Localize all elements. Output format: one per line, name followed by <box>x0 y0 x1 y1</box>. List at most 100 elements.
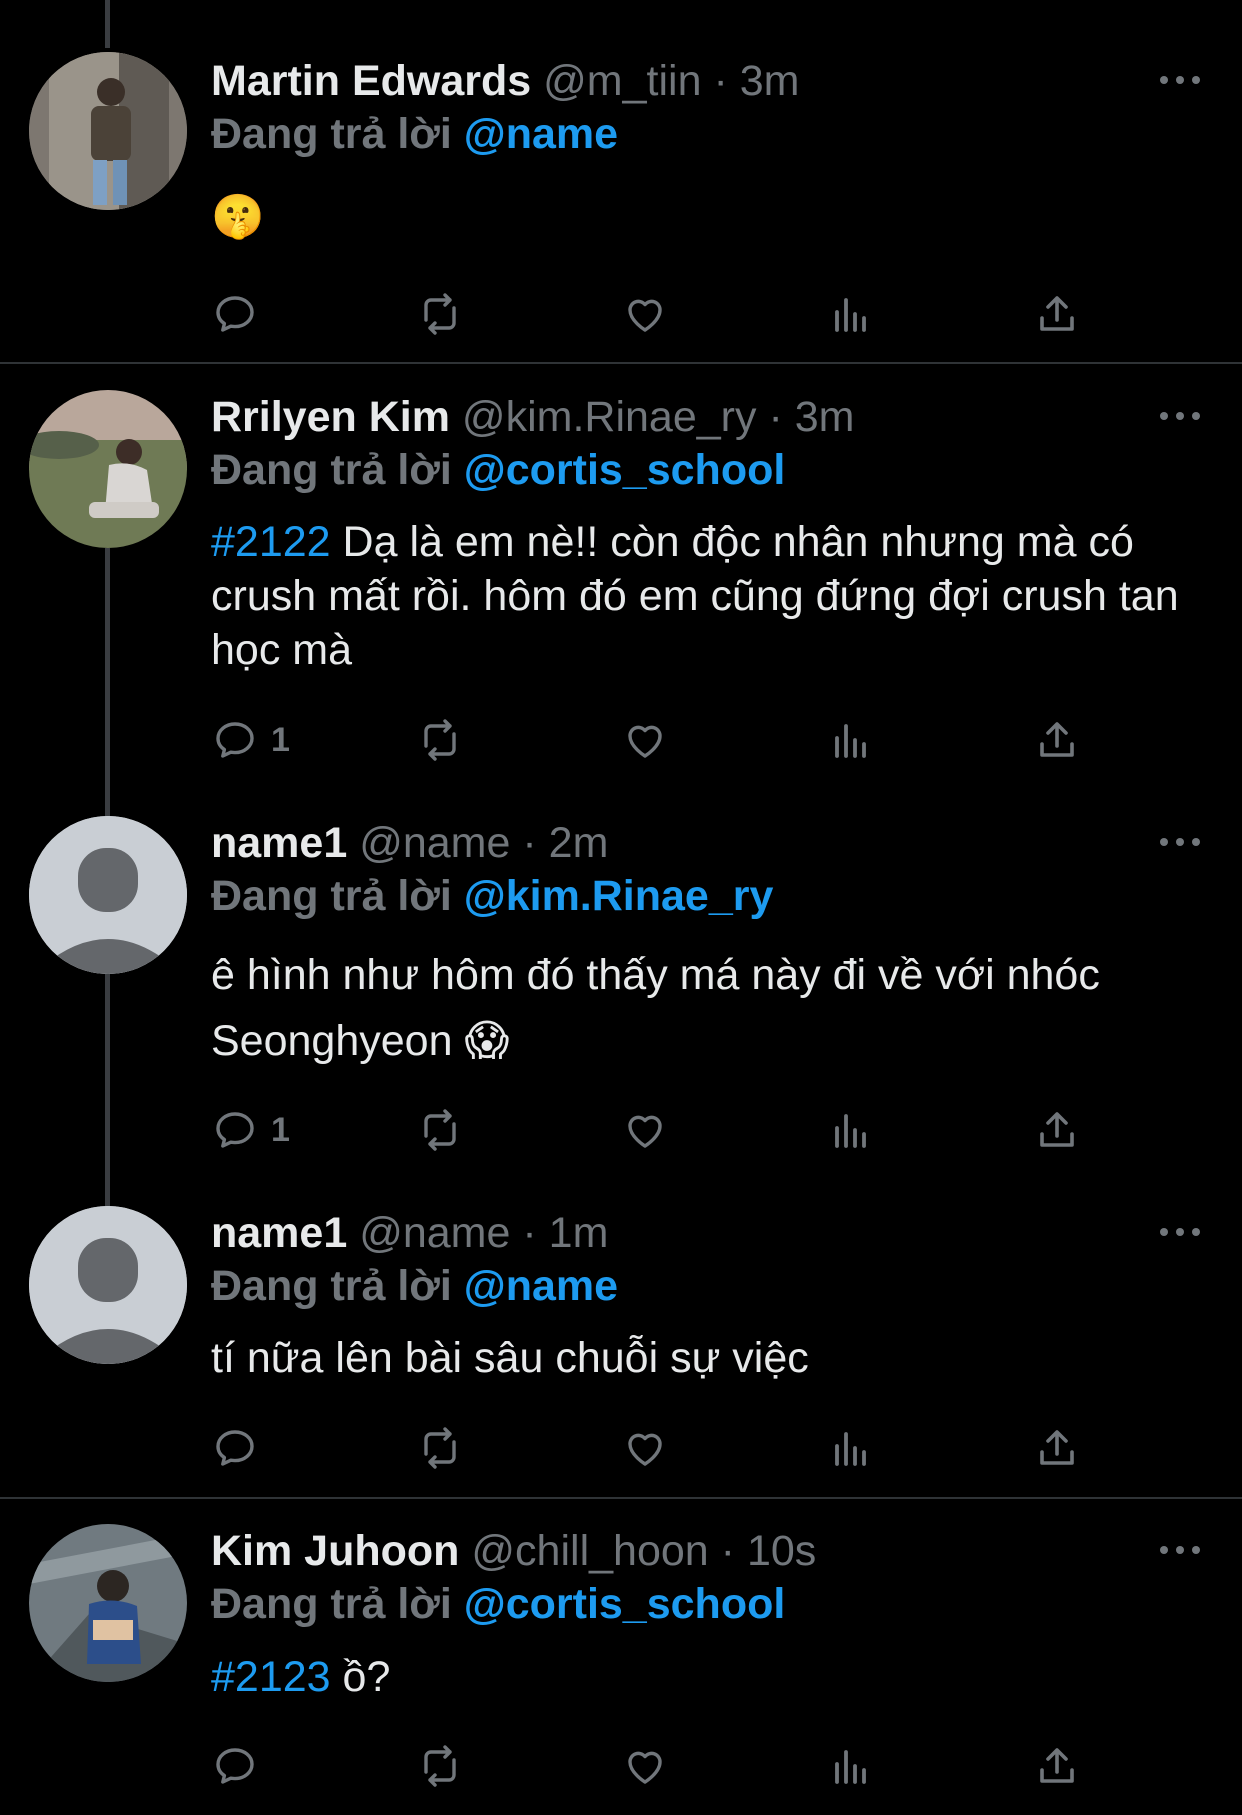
share-icon <box>1040 1748 1074 1783</box>
timestamp[interactable]: 3m <box>795 393 855 441</box>
heart-icon <box>628 1751 662 1784</box>
replying-to-label: Đang trả lời <box>211 872 452 920</box>
handle[interactable]: @name <box>359 1209 510 1257</box>
replying-to: Đang trả lời @cortis_school <box>211 442 785 498</box>
tweet-header: name1 @name · 2m <box>211 815 1122 871</box>
heart-icon <box>628 299 662 332</box>
reply-icon <box>216 1748 254 1784</box>
avatar[interactable] <box>29 1524 187 1682</box>
separator-dot: · <box>768 393 783 441</box>
avatar[interactable] <box>29 816 187 974</box>
shushing-face-emoji: 🤫 <box>211 192 265 242</box>
thread-line <box>105 548 110 816</box>
retweet-button[interactable] <box>416 286 464 342</box>
like-button[interactable] <box>621 712 669 768</box>
timestamp[interactable]: 3m <box>740 57 800 105</box>
views-button[interactable] <box>827 1420 875 1476</box>
handle[interactable]: @kim.Rinae_ry <box>462 393 757 441</box>
views-chart-icon <box>835 1750 866 1784</box>
tweet-body: ồ? <box>342 1653 391 1701</box>
tweet-header: Martin Edwards @m_tiin · 3m <box>211 53 1122 109</box>
display-name[interactable]: Kim Juhoon <box>211 1527 459 1575</box>
reply-button[interactable] <box>211 1420 271 1476</box>
share-button[interactable] <box>1033 1420 1081 1476</box>
mention-link[interactable]: @cortis_school <box>464 446 786 494</box>
more-options-icon[interactable] <box>1160 1222 1200 1242</box>
thread-line-top <box>105 0 110 48</box>
reply-icon <box>216 296 254 332</box>
tweet-text: 🤫 <box>211 190 1201 244</box>
views-button[interactable] <box>827 286 875 342</box>
more-options-icon[interactable] <box>1160 70 1200 90</box>
share-icon <box>1040 296 1074 331</box>
retweet-icon <box>424 1427 456 1469</box>
avatar[interactable] <box>29 52 187 210</box>
timestamp[interactable]: 1m <box>549 1209 609 1257</box>
retweet-icon <box>424 719 456 761</box>
reply-button[interactable]: 1 <box>211 1102 290 1158</box>
tweet-body: Dạ là em nè!! còn độc nhân nhưng mà có c… <box>211 518 1179 674</box>
avatar[interactable] <box>29 1206 187 1364</box>
like-button[interactable] <box>621 1738 669 1794</box>
display-name[interactable]: name1 <box>211 819 347 867</box>
tweet-actions <box>211 1738 1111 1794</box>
more-options-icon[interactable] <box>1160 832 1200 852</box>
replying-to: Đang trả lời @kim.Rinae_ry <box>211 868 773 924</box>
share-button[interactable] <box>1033 1102 1081 1158</box>
hashtag-link[interactable]: #2122 <box>211 518 331 566</box>
more-options-icon[interactable] <box>1160 406 1200 426</box>
handle[interactable]: @m_tiin <box>543 57 701 105</box>
default-profile-icon <box>29 1206 187 1364</box>
screaming-face-emoji: 😱 <box>464 1016 510 1066</box>
retweet-button[interactable] <box>416 712 464 768</box>
like-button[interactable] <box>621 1420 669 1476</box>
heart-icon <box>628 1115 662 1148</box>
timestamp[interactable]: 2m <box>549 819 609 867</box>
handle[interactable]: @name <box>359 819 510 867</box>
share-button[interactable] <box>1033 712 1081 768</box>
replying-to-label: Đang trả lời <box>211 110 452 158</box>
mention-link[interactable]: @name <box>464 110 618 158</box>
like-button[interactable] <box>621 286 669 342</box>
display-name[interactable]: Rrilyen Kim <box>211 393 450 441</box>
display-name[interactable]: name1 <box>211 1209 347 1257</box>
retweet-icon <box>424 293 456 335</box>
tweet-body: tí nữa lên bài sâu chuỗi sự việc <box>211 1334 809 1382</box>
tweet-text: ê hình như hôm đó thấy má này đi về với … <box>211 942 1201 1074</box>
share-button[interactable] <box>1033 286 1081 342</box>
heart-icon <box>628 1433 662 1466</box>
replying-to-label: Đang trả lời <box>211 446 452 494</box>
tweet-actions: 1 <box>211 712 1111 768</box>
mention-link[interactable]: @kim.Rinae_ry <box>464 872 774 920</box>
share-button[interactable] <box>1033 1738 1081 1794</box>
retweet-icon <box>424 1745 456 1787</box>
more-options-icon[interactable] <box>1160 1540 1200 1560</box>
retweet-button[interactable] <box>416 1102 464 1158</box>
views-button[interactable] <box>827 1102 875 1158</box>
tweet-actions <box>211 1420 1111 1476</box>
replying-to: Đang trả lời @name <box>211 1258 618 1314</box>
mention-link[interactable]: @name <box>464 1262 618 1310</box>
retweet-icon <box>424 1109 456 1151</box>
tweet-text: #2123 ồ? <box>211 1650 1201 1704</box>
views-button[interactable] <box>827 712 875 768</box>
display-name[interactable]: Martin Edwards <box>211 57 531 105</box>
retweet-button[interactable] <box>416 1420 464 1476</box>
share-icon <box>1040 1430 1074 1465</box>
reply-icon <box>216 1430 254 1466</box>
mention-link[interactable]: @cortis_school <box>464 1580 786 1628</box>
tweet-header: name1 @name · 1m <box>211 1205 1122 1261</box>
thread-line <box>105 974 110 1206</box>
handle[interactable]: @chill_hoon <box>471 1527 708 1575</box>
views-button[interactable] <box>827 1738 875 1794</box>
timestamp[interactable]: 10s <box>747 1527 816 1575</box>
replying-to-label: Đang trả lời <box>211 1262 452 1310</box>
reply-button[interactable] <box>211 286 271 342</box>
tweet-divider <box>0 1497 1242 1499</box>
like-button[interactable] <box>621 1102 669 1158</box>
retweet-button[interactable] <box>416 1738 464 1794</box>
avatar[interactable] <box>29 390 187 548</box>
reply-button[interactable]: 1 <box>211 712 290 768</box>
hashtag-link[interactable]: #2123 <box>211 1653 331 1701</box>
reply-button[interactable] <box>211 1738 271 1794</box>
